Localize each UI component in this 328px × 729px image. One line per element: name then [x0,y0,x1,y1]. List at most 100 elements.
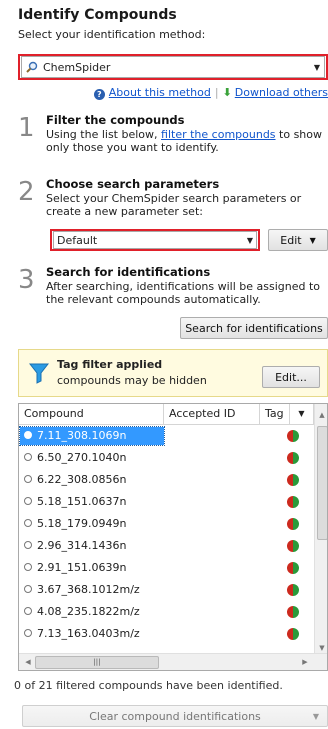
parameter-set-value: Default [57,233,98,247]
chevron-down-icon: ▼ [309,235,316,245]
tag-filter-edit-button[interactable]: Edit... [262,366,320,388]
clear-identifications-button[interactable]: Clear compound identifications ▼ [22,705,328,727]
step-heading: Choose search parameters [46,177,220,191]
step-description: Using the list below, filter the compoun… [46,128,322,154]
table-header: Compound Accepted ID Tag ▼ [19,404,314,425]
tag-status-icon[interactable] [287,562,299,574]
compound-cell: 5.18_151.0637n [24,491,126,513]
clear-identifications-label: Clear compound identifications [89,709,261,723]
edit-parameters-button[interactable]: Edit ▼ [268,229,328,251]
step-heading: Filter the compounds [46,113,185,127]
compound-cell: 7.13_163.0403m/z [24,623,140,645]
method-links: ? About this method | ⬇ Download others [14,86,328,100]
compound-name: 5.18_179.0949n [37,517,127,530]
search-identifications-button[interactable]: Search for identifications [180,317,328,339]
table-row[interactable]: 3.67_368.1012m/z [19,579,314,601]
tag-filter-notice: Tag filter applied compounds may be hidd… [18,349,328,397]
parameter-set-dropdown[interactable]: Default ▼ [50,229,260,251]
compound-name: 7.13_163.0403m/z [37,627,140,640]
scroll-up-icon[interactable]: ▲ [315,408,327,422]
step-number: 3 [18,265,35,295]
table-row[interactable]: 5.18_179.0949n [19,513,314,535]
chevron-down-icon: ▼ [246,235,253,245]
table-row[interactable]: 4.08_235.1822m/z [19,601,314,623]
tag-status-icon[interactable] [287,540,299,552]
tag-status-icon[interactable] [287,628,299,640]
scrollbar-thumb[interactable]: ||| [35,656,159,669]
step-description: Select your ChemSpider search parameters… [46,192,302,218]
row-radio-icon[interactable] [24,585,32,593]
help-icon: ? [93,89,105,100]
row-radio-icon[interactable] [24,607,32,615]
tag-status-icon[interactable] [287,606,299,618]
tag-status-icon[interactable] [287,496,299,508]
filter-funnel-icon [29,363,49,384]
compound-name: 7.11_308.1069n [37,429,127,442]
table-row[interactable]: 6.22_308.0856n [19,469,314,491]
about-method-link[interactable]: About this method [109,86,211,99]
row-radio-icon[interactable] [24,541,32,549]
scroll-left-icon[interactable]: ◀ [21,654,35,670]
download-others-link[interactable]: Download others [235,86,328,99]
compound-cell: 7.11_308.1069n [24,425,126,447]
table-row[interactable]: 7.13_163.0403m/z [19,623,314,645]
step-description: After searching, identifications will be… [46,280,321,306]
table-row[interactable]: 2.96_314.1436n [19,535,314,557]
row-radio-icon[interactable] [24,431,32,439]
table-row[interactable]: 2.91_151.0639n [19,557,314,579]
table-row[interactable]: 6.50_270.1040n [19,447,314,469]
compound-cell: 4.08_235.1822m/z [24,601,140,623]
table-row[interactable]: 5.18_151.0637n [19,491,314,513]
compounds-table: Compound Accepted ID Tag ▼ 7.11_308.1069… [18,403,328,671]
compound-cell: 2.91_151.0639n [24,557,126,579]
tag-status-icon[interactable] [287,584,299,596]
compound-name: 6.50_270.1040n [37,451,127,464]
download-arrow-icon: ⬇ [222,86,232,99]
column-header-tag[interactable]: Tag [260,404,290,424]
row-radio-icon[interactable] [24,629,32,637]
table-rows: 7.11_308.1069n 6.50_270.1040n 6.22_308.085… [19,425,314,645]
tag-status-icon[interactable] [287,430,299,442]
tag-filter-dropdown-icon[interactable]: ▼ [290,404,314,424]
row-radio-icon[interactable] [24,453,32,461]
column-header-accepted-id[interactable]: Accepted ID [164,404,260,424]
identify-compounds-panel: Identify Compounds Select your identific… [14,0,328,729]
chevron-down-icon: ▼ [312,711,319,721]
compound-name: 5.18_151.0637n [37,495,127,508]
compound-name: 2.91_151.0639n [37,561,127,574]
edit-parameters-label: Edit [280,233,302,247]
link-separator: | [214,86,219,99]
chevron-down-icon: ▼ [313,62,320,72]
identification-status: 0 of 21 filtered compounds have been ide… [14,679,283,692]
vertical-scrollbar[interactable]: ▲ ▼ [314,404,327,655]
row-radio-icon[interactable] [24,497,32,505]
scrollbar-thumb[interactable] [317,426,327,540]
row-radio-icon[interactable] [24,475,32,483]
compound-name: 4.08_235.1822m/z [37,605,140,618]
table-row[interactable]: 7.11_308.1069n [19,425,314,447]
method-prompt: Select your identification method: [18,28,206,41]
horizontal-scrollbar[interactable]: ◀ ||| ▶ [19,653,327,670]
compound-cell: 2.96_314.1436n [24,535,126,557]
compound-name: 2.96_314.1436n [37,539,127,552]
compound-cell: 3.67_368.1012m/z [24,579,140,601]
filter-compounds-link[interactable]: filter the compounds [161,128,276,141]
row-radio-icon[interactable] [24,563,32,571]
column-header-compound[interactable]: Compound [19,404,164,424]
method-dropdown[interactable]: ChemSpider ▼ [18,54,328,80]
tag-filter-subtitle: compounds may be hidden [57,374,207,387]
tag-status-icon[interactable] [287,518,299,530]
compound-name: 3.67_368.1012m/z [37,583,140,596]
tag-status-icon[interactable] [287,474,299,486]
tag-filter-title: Tag filter applied [57,358,163,371]
search-icon [26,61,38,73]
step-number: 1 [18,113,35,143]
compound-cell: 6.22_308.0856n [24,469,126,491]
scroll-right-icon[interactable]: ▶ [298,654,312,670]
tag-status-icon[interactable] [287,452,299,464]
compound-cell: 5.18_179.0949n [24,513,126,535]
panel-title: Identify Compounds [18,7,177,23]
step-number: 2 [18,177,35,207]
step-heading: Search for identifications [46,265,211,279]
row-radio-icon[interactable] [24,519,32,527]
